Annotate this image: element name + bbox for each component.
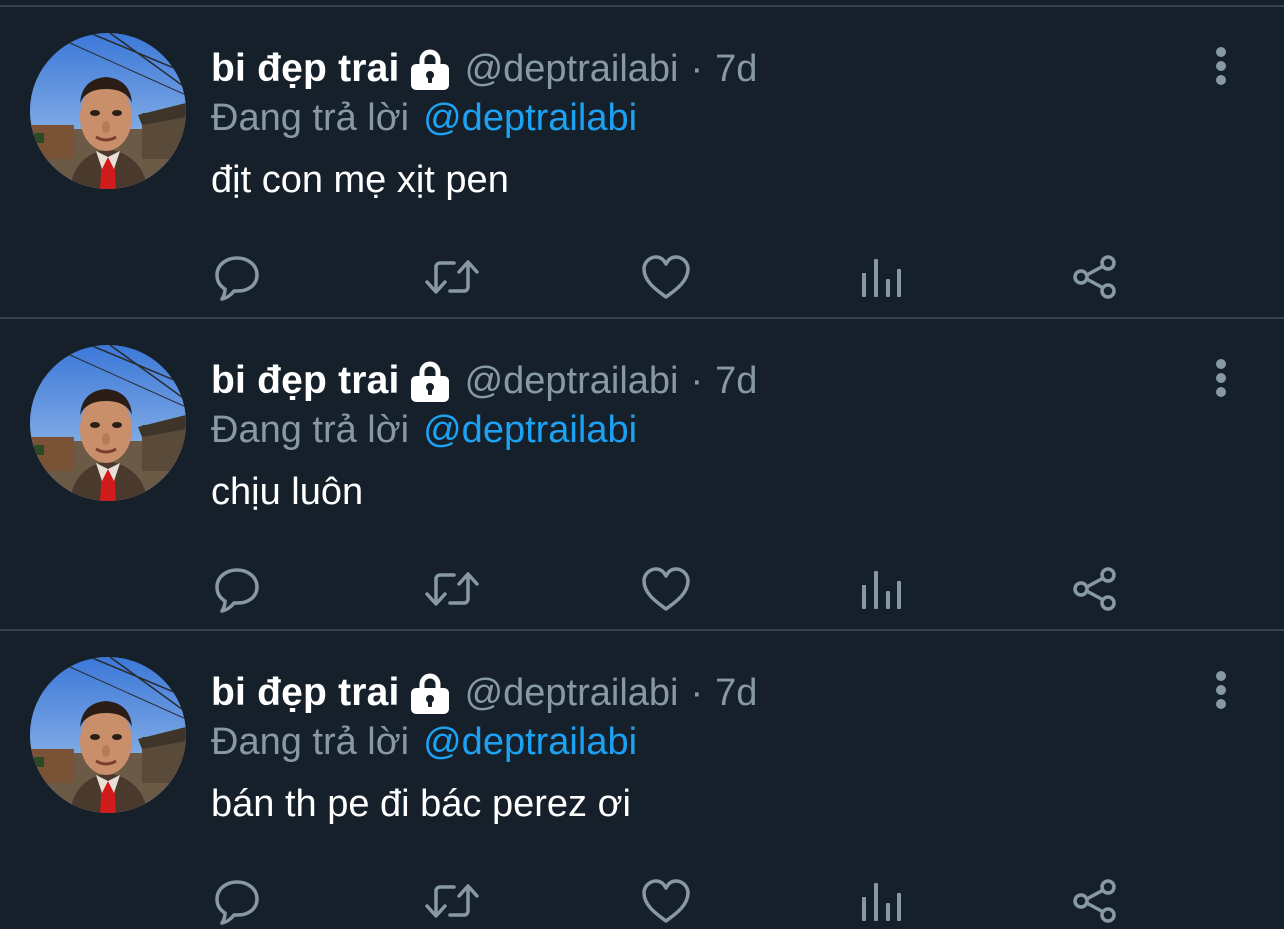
reply-context: Đang trả lời @deptrailabi xyxy=(211,405,637,455)
share-button[interactable] xyxy=(1067,245,1123,309)
separator-dot: · xyxy=(690,47,704,90)
display-name[interactable]: bi đẹp trai xyxy=(211,359,400,403)
like-button[interactable] xyxy=(638,869,694,929)
analytics-button[interactable] xyxy=(853,869,909,929)
tweet[interactable]: bi đẹp trai @deptrailabi · 7d Đang trả l… xyxy=(0,631,1284,929)
like-button[interactable] xyxy=(638,245,694,309)
display-name[interactable]: bi đẹp trai xyxy=(211,47,400,91)
avatar-image xyxy=(30,345,186,501)
tweet-actions xyxy=(0,557,1284,621)
tweet-header: bi đẹp trai @deptrailabi · 7d xyxy=(211,355,757,407)
more-vertical-icon[interactable] xyxy=(1204,43,1238,89)
analytics-button[interactable] xyxy=(853,557,909,621)
avatar-image xyxy=(30,657,186,813)
timeline: bi đẹp trai @deptrailabi · 7d Đang trả l… xyxy=(0,0,1284,929)
avatar[interactable] xyxy=(30,657,186,813)
lock-icon xyxy=(409,671,451,715)
reply-button[interactable] xyxy=(209,557,265,621)
share-icon xyxy=(1073,255,1116,299)
lock-icon xyxy=(409,47,451,91)
avatar-image xyxy=(30,33,186,189)
retweet-button[interactable] xyxy=(424,557,480,621)
share-icon xyxy=(1073,879,1116,923)
share-button[interactable] xyxy=(1067,557,1123,621)
tweet[interactable]: bi đẹp trai @deptrailabi · 7d Đang trả l… xyxy=(0,7,1284,319)
separator-dot: · xyxy=(690,671,704,714)
user-handle[interactable]: @deptrailabi xyxy=(465,360,679,403)
reply-label: Đang trả lời xyxy=(211,720,410,763)
retweet-button[interactable] xyxy=(424,869,480,929)
tweet-text: địt con mẹ xịt pen xyxy=(211,159,509,201)
tweet-header: bi đẹp trai @deptrailabi · 7d xyxy=(211,667,757,719)
reply-icon xyxy=(215,568,259,613)
share-button[interactable] xyxy=(1067,869,1123,929)
tweet-text: chịu luôn xyxy=(211,471,364,513)
timestamp[interactable]: 7d xyxy=(715,672,757,715)
timestamp[interactable]: 7d xyxy=(715,360,757,403)
retweet-button[interactable] xyxy=(424,245,480,309)
analytics-icon xyxy=(862,259,901,297)
more-vertical-icon[interactable] xyxy=(1204,355,1238,401)
like-button[interactable] xyxy=(638,557,694,621)
tweet-text: bán th pe đi bác perez ơi xyxy=(211,783,631,825)
like-icon xyxy=(642,567,690,611)
reply-label: Đang trả lời xyxy=(211,96,410,139)
tweet-actions xyxy=(0,245,1284,309)
reply-label: Đang trả lời xyxy=(211,408,410,451)
retweet-icon xyxy=(425,884,479,918)
analytics-icon xyxy=(862,883,901,921)
analytics-icon xyxy=(862,571,901,609)
reply-button[interactable] xyxy=(209,869,265,929)
reply-context: Đang trả lời @deptrailabi xyxy=(211,717,637,767)
tweet-actions xyxy=(0,869,1284,929)
retweet-icon xyxy=(425,572,479,606)
retweet-icon xyxy=(425,260,479,294)
reply-icon xyxy=(215,880,259,925)
reply-to-handle[interactable]: @deptrailabi xyxy=(423,409,637,452)
avatar[interactable] xyxy=(30,345,186,501)
timestamp[interactable]: 7d xyxy=(715,48,757,91)
avatar[interactable] xyxy=(30,33,186,189)
like-icon xyxy=(642,879,690,923)
reply-to-handle[interactable]: @deptrailabi xyxy=(423,721,637,764)
separator-dot: · xyxy=(690,359,704,402)
like-icon xyxy=(642,255,690,299)
display-name[interactable]: bi đẹp trai xyxy=(211,671,400,715)
tweet[interactable]: bi đẹp trai @deptrailabi · 7d Đang trả l… xyxy=(0,319,1284,631)
user-handle[interactable]: @deptrailabi xyxy=(465,48,679,91)
reply-to-handle[interactable]: @deptrailabi xyxy=(423,97,637,140)
reply-icon xyxy=(215,256,259,301)
reply-button[interactable] xyxy=(209,245,265,309)
more-vertical-icon[interactable] xyxy=(1204,667,1238,713)
share-icon xyxy=(1073,567,1116,611)
user-handle[interactable]: @deptrailabi xyxy=(465,672,679,715)
analytics-button[interactable] xyxy=(853,245,909,309)
tweet-header: bi đẹp trai @deptrailabi · 7d xyxy=(211,43,757,95)
lock-icon xyxy=(409,359,451,403)
reply-context: Đang trả lời @deptrailabi xyxy=(211,93,637,143)
